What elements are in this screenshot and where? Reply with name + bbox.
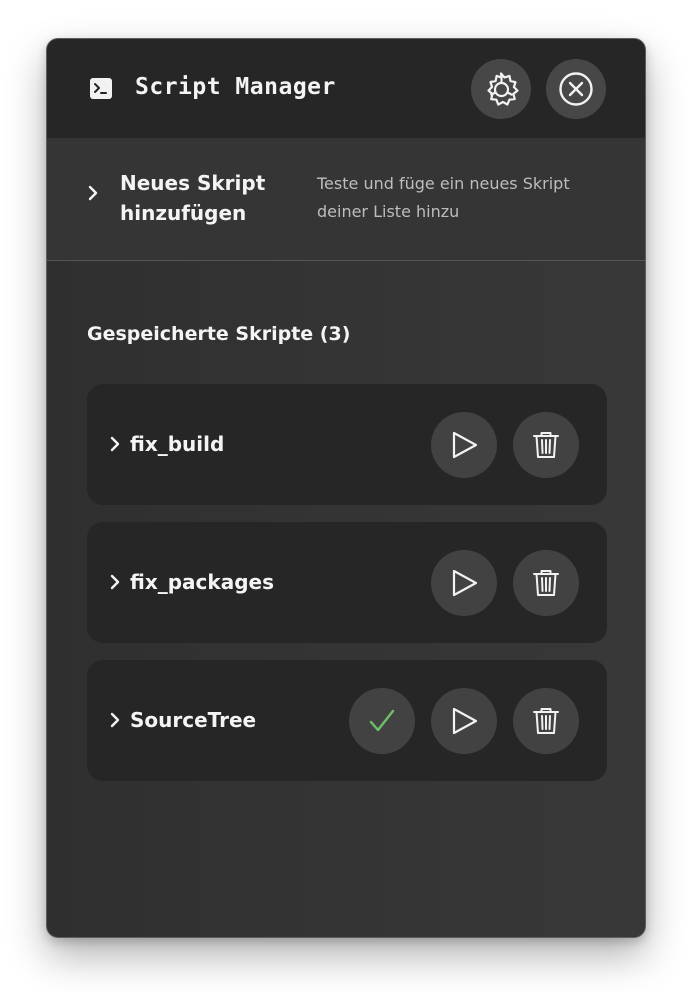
app-title: Script Manager [135, 74, 336, 100]
script-name[interactable]: fix_packages [130, 567, 274, 597]
script-card: fix_packages [87, 522, 607, 643]
gear-icon [487, 72, 519, 106]
trash-icon [533, 432, 559, 458]
chevron-right-icon[interactable] [108, 573, 122, 591]
trash-icon [533, 708, 559, 734]
chevron-right-icon [88, 185, 98, 201]
close-icon [559, 72, 593, 106]
play-icon [452, 569, 478, 597]
verified-button[interactable] [349, 688, 415, 754]
run-script-button[interactable] [431, 550, 497, 616]
saved-scripts-heading: Gespeicherte Skripte (3) [87, 323, 351, 345]
script-name[interactable]: SourceTree [130, 705, 256, 735]
add-script-section[interactable]: Neues Skript hinzufügen Teste und füge e… [47, 138, 645, 261]
settings-button[interactable] [471, 59, 531, 119]
delete-script-button[interactable] [513, 688, 579, 754]
run-script-button[interactable] [431, 412, 497, 478]
header: Script Manager [47, 39, 645, 138]
script-card: SourceTree [87, 660, 607, 781]
script-card: fix_build [87, 384, 607, 505]
close-button[interactable] [546, 59, 606, 119]
run-script-button[interactable] [431, 688, 497, 754]
delete-script-button[interactable] [513, 550, 579, 616]
play-icon [452, 431, 478, 459]
chevron-right-icon[interactable] [108, 435, 122, 453]
checkmark-icon [369, 709, 395, 732]
add-script-title: Neues Skript hinzufügen [120, 171, 266, 225]
trash-icon [533, 570, 559, 596]
script-manager-window: Script Manager Neues Skript hinzufügen T… [46, 38, 646, 938]
chevron-right-icon[interactable] [108, 711, 122, 729]
script-name[interactable]: fix_build [130, 429, 224, 459]
add-script-description: Teste und füge ein neues Skript deiner L… [317, 174, 570, 221]
delete-script-button[interactable] [513, 412, 579, 478]
play-icon [452, 707, 478, 735]
terminal-icon [90, 78, 112, 99]
